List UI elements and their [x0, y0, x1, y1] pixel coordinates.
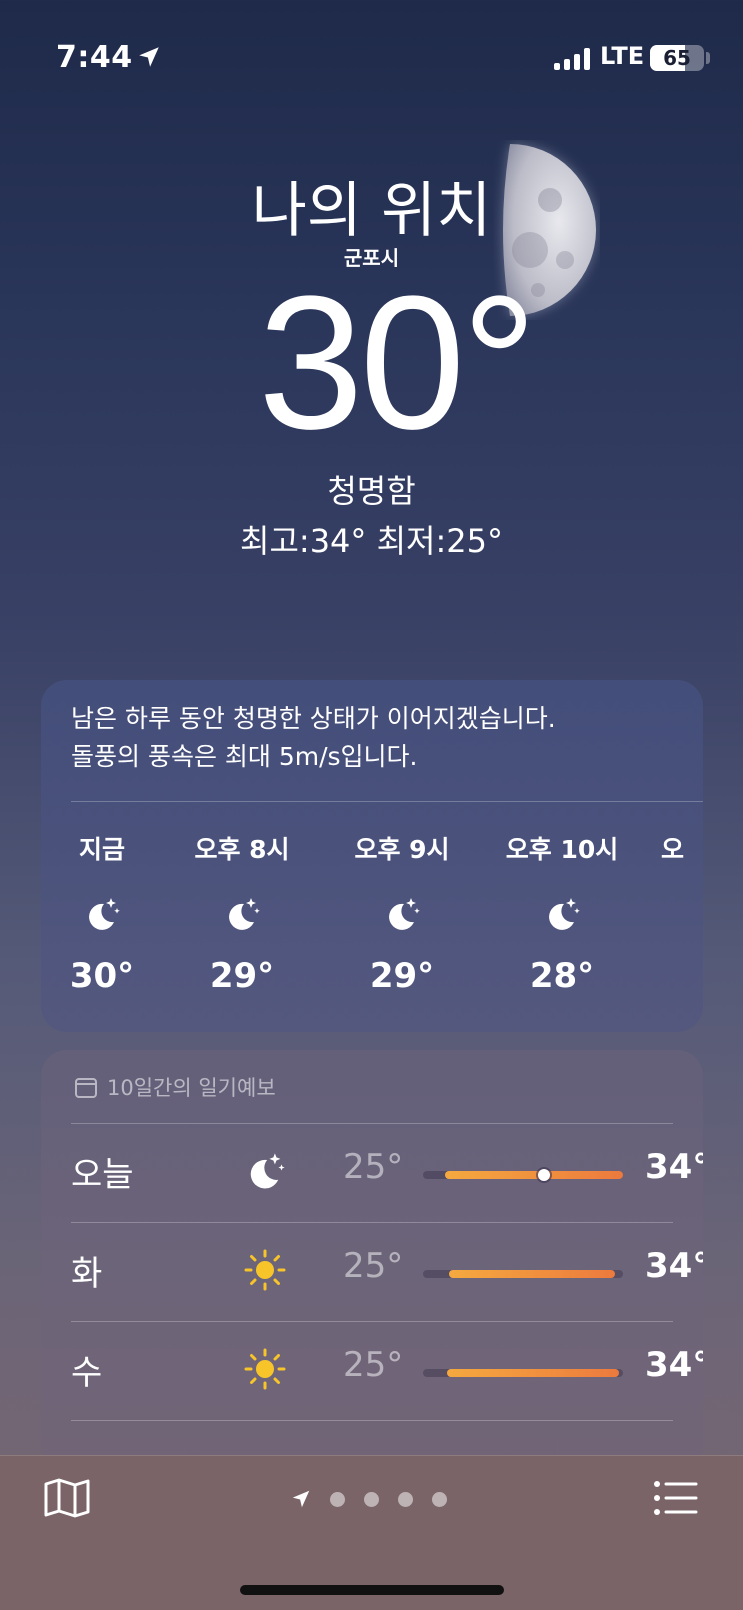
location-arrow-icon — [139, 47, 159, 67]
map-icon[interactable] — [44, 1478, 90, 1518]
moon-stars-icon — [549, 898, 580, 930]
temperature-range-bar — [423, 1369, 623, 1377]
daily-row[interactable]: 수 25° 34° — [71, 1321, 703, 1421]
location-arrow-icon — [292, 1490, 310, 1508]
temperature-range-bar — [423, 1169, 623, 1181]
temperature-range-bar — [423, 1270, 623, 1278]
hourly-item: 지금 30° — [41, 830, 167, 996]
calendar-icon — [75, 1078, 97, 1098]
temperature-range-fill — [445, 1171, 623, 1179]
current-temperature-marker — [537, 1169, 550, 1181]
location-title: 나의 위치 — [251, 176, 492, 246]
status-time: 7:44 — [56, 40, 133, 75]
moon-stars-icon — [250, 1153, 285, 1189]
hour-label: 오후 9시 — [354, 835, 450, 864]
hourly-divider — [71, 801, 703, 802]
hour-label: 오 — [661, 835, 685, 864]
current-temperature: 30° — [258, 257, 537, 469]
page-dot[interactable] — [432, 1492, 447, 1507]
battery-icon: 65 — [650, 45, 704, 71]
daily-row[interactable]: 오늘 25° 34° — [71, 1123, 703, 1223]
hour-temperature: 29° — [209, 956, 275, 996]
hour-label: 지금 — [78, 835, 125, 864]
moon-stars-icon — [229, 898, 260, 930]
daily-forecast-title: 10일간의 일기예보 — [107, 1076, 276, 1100]
sun-icon — [244, 1348, 286, 1390]
hour-label: 오후 10시 — [505, 835, 619, 864]
low-temperature: 25° — [343, 1147, 404, 1187]
forecast-summary: 남은 하루 동안 청명한 상태가 이어지겠습니다. 돌풍의 풍속은 최대 5m/… — [71, 700, 671, 776]
moon-stars-icon — [89, 898, 120, 930]
hour-temperature: 30° — [69, 956, 135, 996]
hour-label: 오후 8시 — [194, 835, 290, 864]
sun-icon — [244, 1249, 286, 1291]
temperature-range-fill — [447, 1369, 619, 1377]
summary-line-1: 남은 하루 동안 청명한 상태가 이어지겠습니다. — [71, 704, 556, 733]
hour-temperature: 28° — [529, 956, 595, 996]
page-dot[interactable] — [330, 1492, 345, 1507]
daily-divider — [71, 1420, 673, 1421]
low-temperature: 25° — [343, 1345, 404, 1385]
status-bar: 7:44 LTE 65 — [0, 40, 743, 80]
temperature-range-fill — [449, 1270, 615, 1278]
hourly-item: 오후 9시 29° — [337, 830, 467, 996]
day-label: 화 — [71, 1254, 103, 1294]
home-indicator — [240, 1585, 504, 1595]
summary-line-2: 돌풍의 풍속은 최대 5m/s입니다. — [71, 742, 418, 771]
high-temperature: 34° — [645, 1345, 703, 1385]
network-type: LTE — [600, 42, 645, 70]
page-dot[interactable] — [364, 1492, 379, 1507]
battery-level: 65 — [663, 46, 691, 70]
cellular-signal-icon — [554, 48, 590, 70]
day-label: 오늘 — [71, 1155, 134, 1195]
battery-tip — [706, 52, 710, 64]
high-low-temperature: 최고:34° 최저:25° — [240, 522, 503, 560]
moon-stars-icon — [389, 898, 420, 930]
hourly-forecast-card[interactable]: 남은 하루 동안 청명한 상태가 이어지겠습니다. 돌풍의 풍속은 최대 5m/… — [41, 680, 703, 1032]
hourly-item-partial: 오 — [661, 830, 703, 866]
page-dot[interactable] — [398, 1492, 413, 1507]
weather-condition: 청명함 — [327, 472, 416, 510]
daily-forecast-card[interactable]: 10일간의 일기예보 오늘 25° 34° 화 25° 34° 수 25° 34… — [41, 1050, 703, 1470]
high-temperature: 34° — [645, 1147, 703, 1187]
hourly-item: 오후 10시 28° — [497, 830, 627, 996]
daily-row[interactable]: 화 25° 34° — [71, 1222, 703, 1322]
low-temperature: 25° — [343, 1246, 404, 1286]
hourly-item: 오후 8시 29° — [177, 830, 307, 996]
daily-forecast-header: 10일간의 일기예보 — [75, 1072, 276, 1102]
day-label: 수 — [71, 1353, 103, 1393]
hour-temperature: 29° — [369, 956, 435, 996]
list-icon[interactable] — [654, 1480, 698, 1516]
high-temperature: 34° — [645, 1246, 703, 1286]
